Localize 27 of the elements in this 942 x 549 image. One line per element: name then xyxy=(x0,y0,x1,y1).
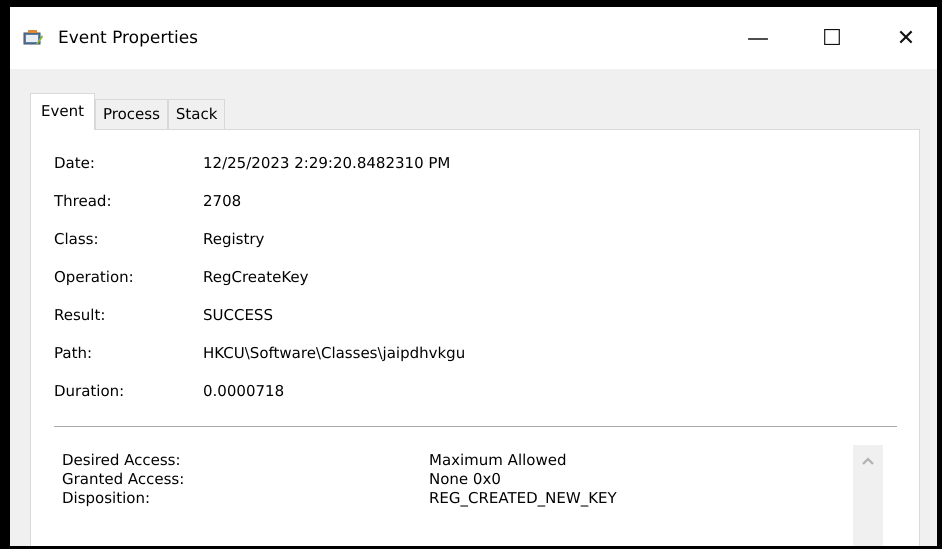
tab[interactable]: Process xyxy=(94,99,168,129)
detail-value: REG_CREATED_NEW_KEY xyxy=(429,489,617,508)
field-value: 0.0000718 xyxy=(203,382,284,400)
scroll-up-icon[interactable] xyxy=(862,457,874,465)
detail-label: Disposition: xyxy=(62,489,152,508)
field-value: 12/25/2023 2:29:20.8482310 PM xyxy=(203,154,450,172)
field-label: Path: xyxy=(54,344,94,362)
tab[interactable]: Event xyxy=(30,93,95,130)
field-value: Registry xyxy=(203,230,264,248)
field-value: HKCU\Software\Classes\jaipdhvkgu xyxy=(203,344,466,362)
field-label: Duration: xyxy=(54,382,126,400)
detail-value: None 0x0 xyxy=(429,470,501,489)
field-value: 2708 xyxy=(203,192,242,210)
field-value: RegCreateKey xyxy=(203,268,309,286)
field-label: Thread: xyxy=(54,192,113,210)
window-title: Event Properties xyxy=(58,28,198,48)
field-label: Operation: xyxy=(54,268,135,286)
scrollbar[interactable] xyxy=(853,445,883,546)
tab[interactable]: Stack xyxy=(168,99,226,129)
detail-value: Maximum Allowed xyxy=(429,451,566,470)
field-label: Result: xyxy=(54,306,106,324)
window-app-icon xyxy=(22,29,44,47)
field-label: Date: xyxy=(54,154,96,172)
field-label: Class: xyxy=(54,230,100,248)
field-value: SUCCESS xyxy=(203,306,273,324)
detail-label: Granted Access: xyxy=(62,470,186,489)
detail-label: Desired Access: xyxy=(62,451,182,470)
